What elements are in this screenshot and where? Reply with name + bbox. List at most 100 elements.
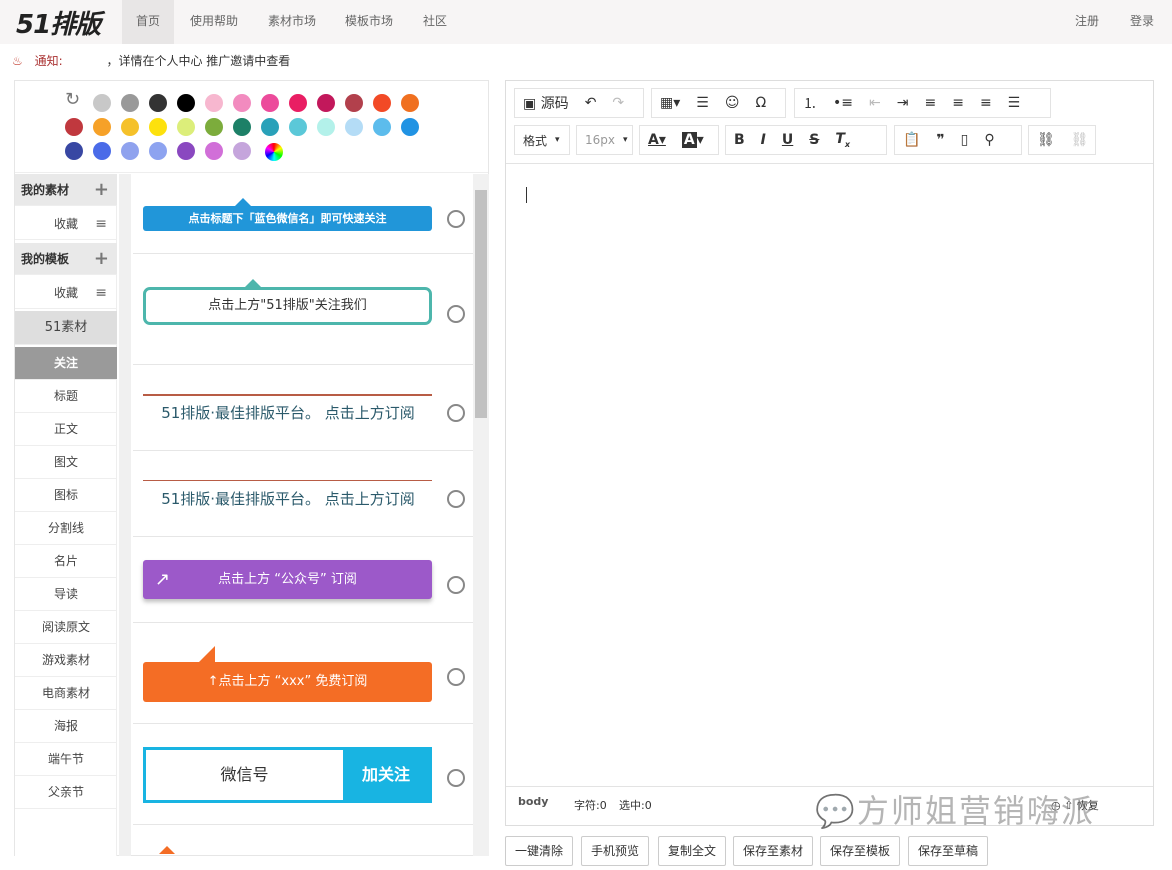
sidebar-item[interactable]: 图文 [15, 446, 117, 479]
template-item[interactable]: ↗点击上方 “公众号” 订阅 [133, 538, 473, 623]
color-swatch[interactable] [401, 94, 419, 112]
my-template-header[interactable]: 我的模板+ [15, 243, 117, 275]
template-item[interactable]: 点击标题下「蓝色微信名」即可快速关注 [133, 174, 473, 254]
color-swatch[interactable] [149, 142, 167, 160]
color-swatch[interactable] [205, 94, 223, 112]
menu-icon[interactable]: ≡ [95, 277, 107, 309]
horizontal-rule-icon[interactable]: ☰ [688, 95, 717, 111]
color-swatch[interactable] [401, 118, 419, 136]
plus-icon[interactable]: + [94, 243, 109, 275]
template-item[interactable]: ↑点击上方 “xxx” 免费订阅 [133, 624, 473, 724]
save-to-draft-button[interactable]: 保存至草稿 [908, 836, 988, 866]
color-swatch[interactable] [149, 118, 167, 136]
color-swatch[interactable] [233, 118, 251, 136]
template-item[interactable]: 51排版·最佳排版平台。 点击上方订阅 [133, 452, 473, 537]
select-radio[interactable] [447, 305, 465, 323]
sidebar-item[interactable]: 标题 [15, 380, 117, 413]
underline-icon[interactable]: U [774, 132, 801, 148]
sidebar-item[interactable]: 正文 [15, 413, 117, 446]
blockquote-icon[interactable]: ❞ [928, 132, 952, 148]
table-icon[interactable]: ▦▾ [652, 95, 688, 111]
select-radio[interactable] [447, 210, 465, 228]
template-scrollbar[interactable] [473, 174, 489, 856]
color-swatch[interactable] [121, 118, 139, 136]
reset-color-icon[interactable]: ↻ [65, 89, 80, 110]
template-item[interactable]: 51排版·最佳排版平台。 点击上方订阅 [133, 366, 473, 451]
link-icon[interactable]: ⛓ [1029, 132, 1063, 148]
text-color-icon[interactable]: A▾ [640, 132, 674, 148]
ordered-list-icon[interactable]: ⒈ [795, 93, 825, 113]
color-swatch[interactable] [317, 118, 335, 136]
color-swatch[interactable] [177, 118, 195, 136]
redo-icon[interactable]: ↷ [604, 95, 632, 111]
sidebar-item[interactable]: 阅读原文 [15, 611, 117, 644]
search-icon[interactable]: ⚲ [976, 132, 1002, 148]
bullet-list-icon[interactable]: •≡ [825, 95, 861, 111]
sidebar-item[interactable]: 导读 [15, 578, 117, 611]
sidebar-item[interactable]: 海报 [15, 710, 117, 743]
editor-content-area[interactable] [514, 171, 1153, 783]
color-swatch[interactable] [345, 94, 363, 112]
template-item[interactable]: 点击上方"51排版"关注我们 [133, 255, 473, 365]
register-link[interactable]: 注册 [1061, 0, 1113, 44]
color-swatch[interactable] [289, 118, 307, 136]
color-swatch[interactable] [93, 142, 111, 160]
color-swatch[interactable] [289, 94, 307, 112]
color-swatch[interactable] [121, 94, 139, 112]
fullscreen-icon[interactable]: ▯ [953, 132, 977, 148]
nav-help[interactable]: 使用帮助 [176, 0, 252, 44]
color-swatch[interactable] [205, 118, 223, 136]
strikethrough-icon[interactable]: S [801, 132, 827, 148]
select-radio[interactable] [447, 404, 465, 422]
sidebar-item[interactable]: 父亲节 [15, 776, 117, 809]
color-swatch[interactable] [65, 118, 83, 136]
background-color-icon[interactable]: A▾ [674, 132, 712, 148]
sidebar-item[interactable]: 名片 [15, 545, 117, 578]
color-swatch[interactable] [317, 94, 335, 112]
font-size-dropdown[interactable]: 16px▾ [576, 125, 633, 155]
select-radio[interactable] [447, 668, 465, 686]
template-item[interactable]: 微信号 加关注 [133, 725, 473, 825]
nav-home[interactable]: 首页 [122, 0, 174, 44]
format-dropdown[interactable]: 格式▾ [514, 125, 570, 155]
save-to-material-button[interactable]: 保存至素材 [733, 836, 813, 866]
align-center-icon[interactable]: ≡ [944, 95, 972, 111]
justify-icon[interactable]: ☰ [1000, 95, 1029, 111]
color-swatch[interactable] [261, 94, 279, 112]
color-swatch[interactable] [373, 118, 391, 136]
color-swatch[interactable] [93, 94, 111, 112]
my-material-header[interactable]: 我的素材+ [15, 174, 117, 206]
color-swatch[interactable] [345, 118, 363, 136]
outdent-icon[interactable]: ⇤ [861, 95, 889, 111]
login-link[interactable]: 登录 [1116, 0, 1168, 44]
sidebar-item[interactable]: 游戏素材 [15, 644, 117, 677]
paste-text-icon[interactable]: 📋 [895, 132, 928, 148]
color-swatch[interactable] [233, 94, 251, 112]
copy-all-button[interactable]: 复制全文 [658, 836, 726, 866]
color-swatch[interactable] [149, 94, 167, 112]
my-material-favorite[interactable]: 收藏≡ [15, 208, 117, 240]
sidebar-item[interactable]: 关注 [15, 347, 117, 380]
select-radio[interactable] [447, 490, 465, 508]
element-path[interactable]: body [518, 795, 548, 808]
special-char-icon[interactable]: Ω [747, 95, 774, 111]
color-swatch[interactable] [65, 142, 83, 160]
logo[interactable]: 51排版 [16, 4, 100, 41]
color-swatch[interactable] [261, 118, 279, 136]
sidebar-item[interactable]: 端午节 [15, 743, 117, 776]
my-template-favorite[interactable]: 收藏≡ [15, 277, 117, 309]
sidebar-item[interactable]: 电商素材 [15, 677, 117, 710]
sidebar-item[interactable]: 分割线 [15, 512, 117, 545]
select-radio[interactable] [447, 769, 465, 787]
sidebar-scrollbar[interactable] [119, 174, 131, 856]
sidebar-item[interactable]: 图标 [15, 479, 117, 512]
source-51-material[interactable]: 51素材 [15, 311, 117, 345]
custom-color-picker[interactable] [265, 143, 283, 161]
italic-icon[interactable]: I [753, 132, 774, 148]
plus-icon[interactable]: + [94, 174, 109, 206]
save-to-template-button[interactable]: 保存至模板 [820, 836, 900, 866]
align-left-icon[interactable]: ≡ [916, 95, 944, 111]
nav-community[interactable]: 社区 [409, 0, 461, 44]
emoji-icon[interactable]: ☺ [717, 95, 748, 111]
mobile-preview-button[interactable]: 手机预览 [581, 836, 649, 866]
